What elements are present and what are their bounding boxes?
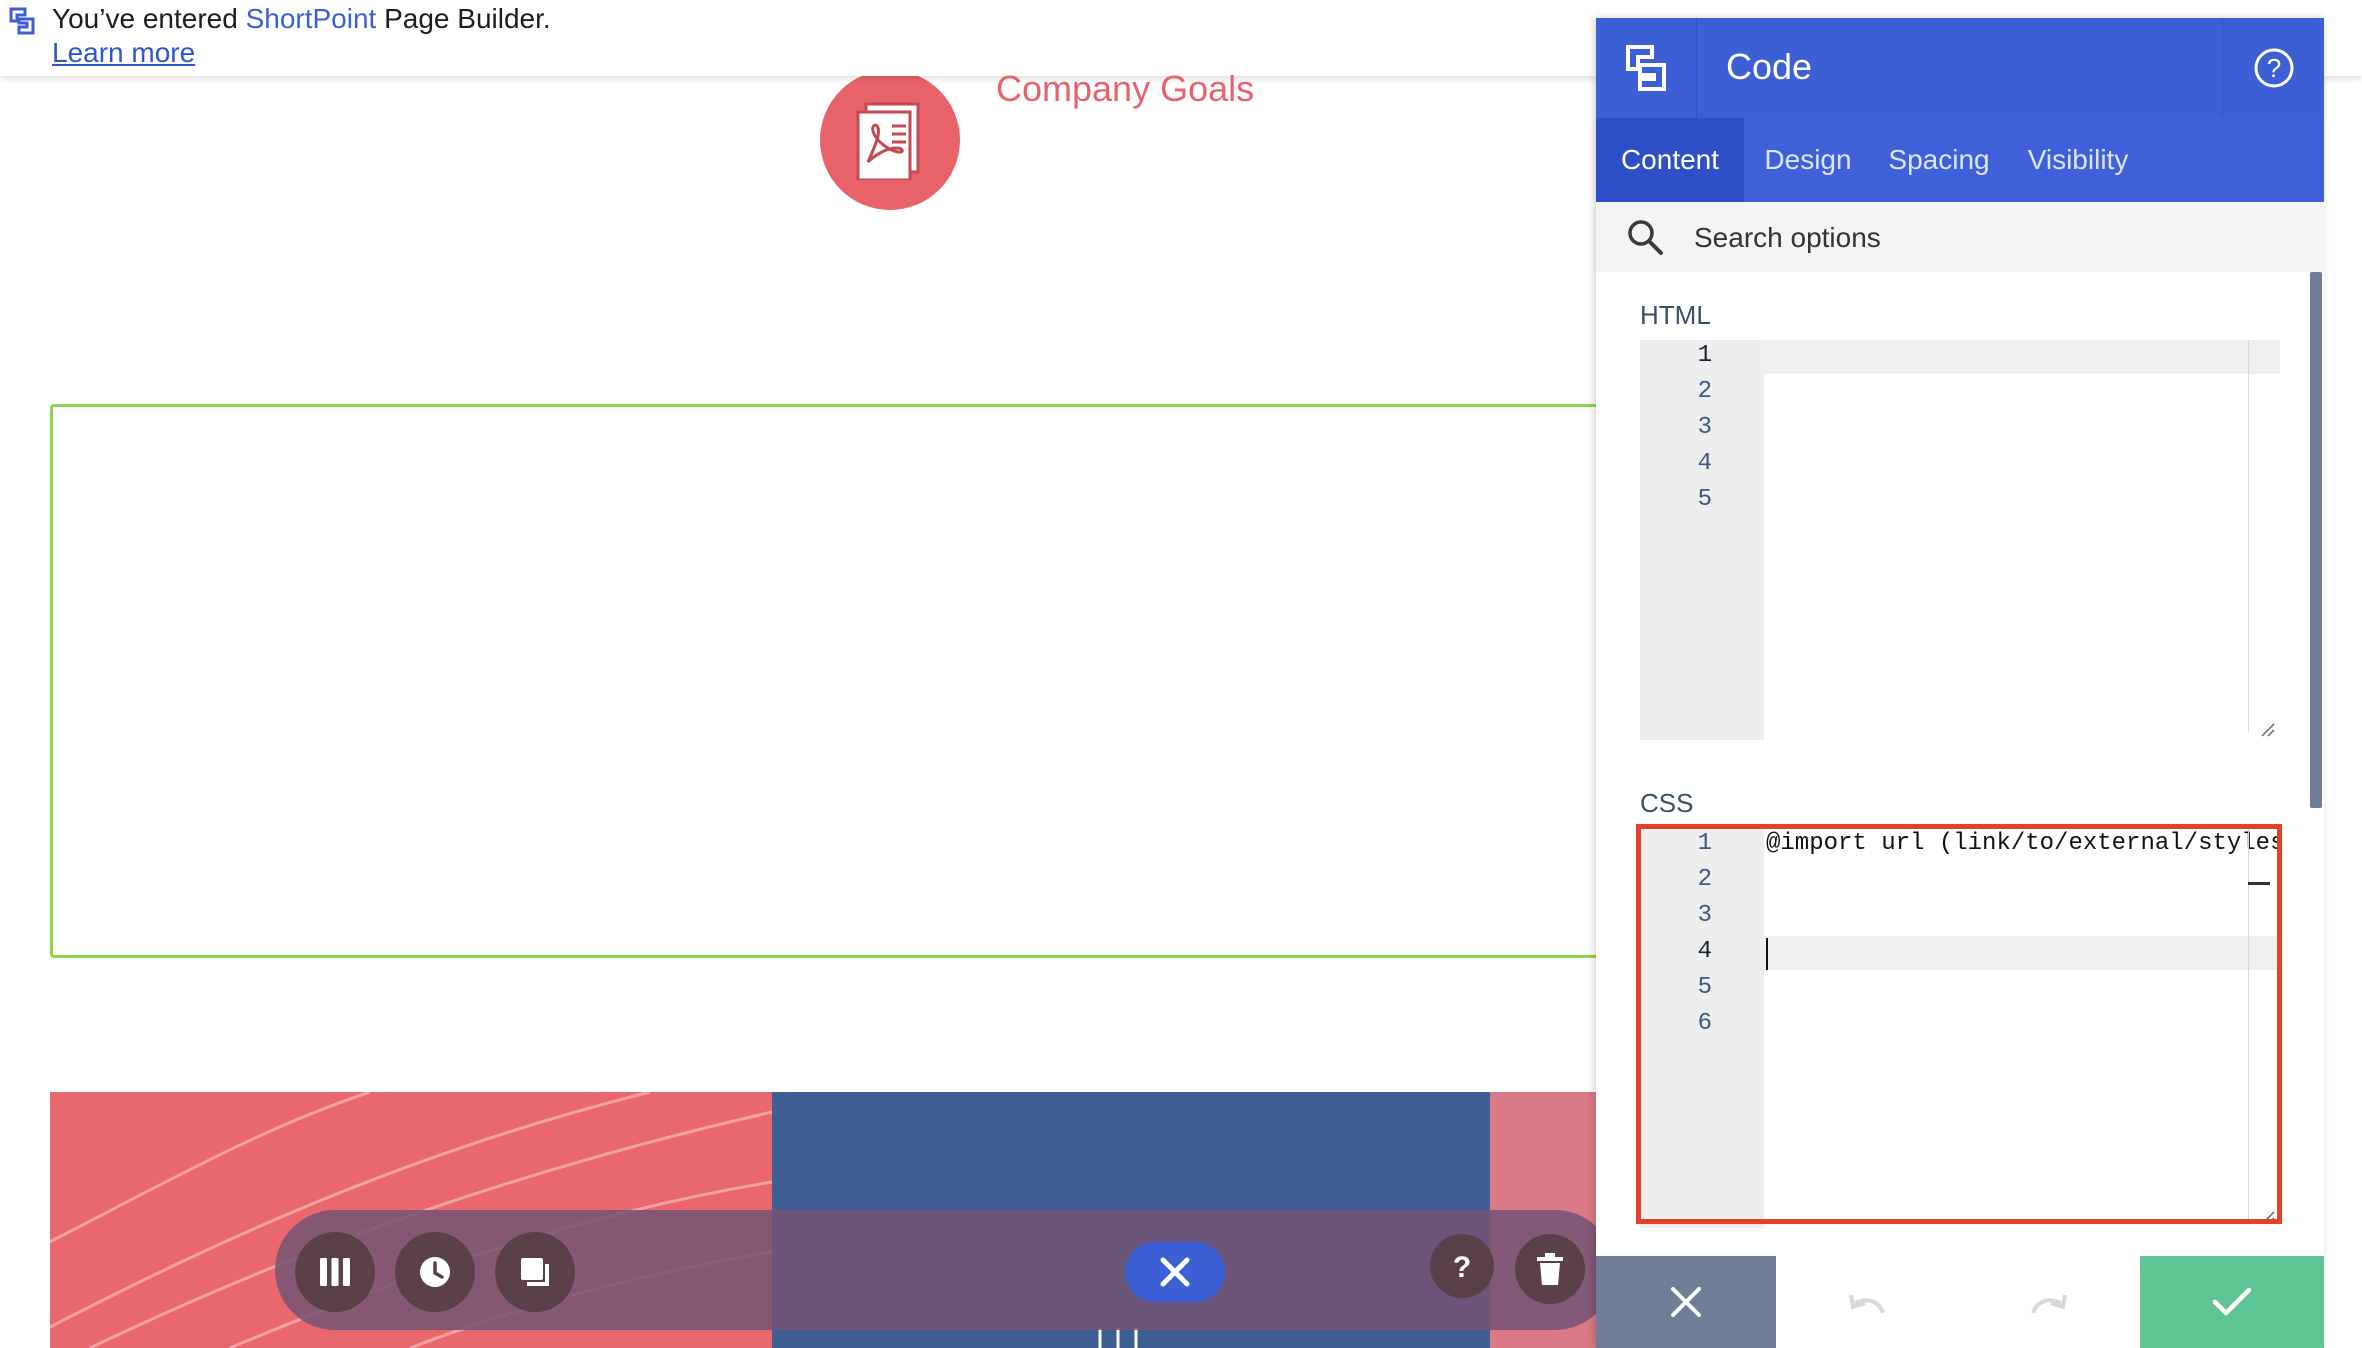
copy-icon: [521, 1258, 549, 1286]
clock-icon: [420, 1257, 450, 1287]
columns-icon: [320, 1258, 350, 1286]
confirm-button[interactable]: [2140, 1256, 2324, 1348]
html-code-editor[interactable]: 1 2 3 4 5: [1640, 340, 2280, 740]
editor-margin-line: [2248, 340, 2249, 732]
selected-code-element[interactable]: [50, 404, 1616, 958]
tab-content[interactable]: Content: [1596, 118, 1744, 202]
search-icon: [1628, 220, 1663, 255]
undo-button[interactable]: [1776, 1256, 1958, 1348]
check-icon: [2212, 1287, 2252, 1316]
close-toolbar-button[interactable]: [1125, 1242, 1225, 1302]
notification-text: You’ve entered: [52, 3, 246, 34]
editor-horizontal-scroll-marker: [2248, 882, 2270, 885]
brand-name: ShortPoint: [245, 3, 377, 34]
panel-footer: [1596, 1256, 2324, 1348]
cancel-button[interactable]: [1596, 1256, 1776, 1348]
css-section-label: CSS: [1640, 788, 1694, 818]
copy-button[interactable]: [495, 1232, 575, 1312]
html-line-number: 3: [1697, 414, 1712, 441]
editor-margin-line: [2248, 828, 2249, 1220]
trash-icon: [1537, 1253, 1563, 1285]
help-button[interactable]: ?: [1430, 1234, 1494, 1298]
html-line-number: 4: [1697, 450, 1712, 477]
notification-text-suffix: Page Builder.: [376, 3, 551, 34]
tab-design[interactable]: Design: [1744, 118, 1872, 202]
css-line-number: 5: [1697, 974, 1712, 1001]
panel-tabs: Content Design Spacing Visibility: [1596, 118, 2324, 202]
pdf-file-icon: [856, 102, 920, 180]
search-options-input[interactable]: [1692, 212, 2296, 264]
css-line-number: 1: [1697, 830, 1712, 857]
tab-spacing[interactable]: Spacing: [1872, 118, 2006, 202]
notification-message: You’ve entered ShortPoint Page Builder.: [52, 2, 551, 36]
panel-title: Code: [1726, 46, 1813, 87]
svg-text:?: ?: [1453, 1251, 1471, 1283]
panel-logo: [1596, 18, 1697, 118]
html-line-number: 2: [1697, 378, 1712, 405]
html-line-number: 1: [1697, 342, 1712, 369]
css-active-line: [1764, 936, 2280, 970]
columns-button[interactable]: [295, 1232, 375, 1312]
company-goals-title[interactable]: Company Goals: [996, 68, 1254, 110]
svg-text:?: ?: [2267, 53, 2281, 83]
search-options-bar: [1596, 202, 2324, 272]
css-code-line: @import url (link/to/external/styles: [1766, 830, 2280, 857]
element-toolbar: ?: [275, 1210, 1615, 1330]
resize-handle-icon[interactable]: [2260, 722, 2276, 738]
undo-icon: [1849, 1294, 1885, 1314]
css-code-editor[interactable]: 1 2 3 4 5 6 @import url (link/to/externa…: [1640, 828, 2280, 1228]
tab-visibility[interactable]: Visibility: [2006, 118, 2150, 202]
redo-button[interactable]: [1958, 1256, 2140, 1348]
learn-more-link[interactable]: Learn more: [52, 36, 195, 70]
html-line-number: 5: [1697, 486, 1712, 513]
history-button[interactable]: [395, 1232, 475, 1312]
text-cursor: [1766, 938, 1768, 970]
html-section-label: HTML: [1640, 300, 1711, 330]
html-active-line: [1764, 340, 2280, 374]
shortpoint-logo-icon: [1626, 45, 1666, 91]
help-circle-icon: ?: [2254, 48, 2294, 88]
css-line-number: 4: [1697, 938, 1712, 965]
code-settings-panel: Code ? Content Design Spacing Visibility…: [1596, 18, 2324, 1348]
panel-scrollbar[interactable]: [2310, 272, 2322, 808]
panel-help-button[interactable]: ?: [2222, 18, 2324, 118]
pdf-icon-circle[interactable]: [820, 70, 960, 210]
css-line-number: 3: [1697, 902, 1712, 929]
panel-header: Code ?: [1596, 18, 2324, 118]
css-line-number: 6: [1697, 1010, 1712, 1037]
shortpoint-logo-icon: [9, 7, 35, 35]
delete-button[interactable]: [1515, 1234, 1585, 1304]
question-icon: ?: [1453, 1251, 1471, 1283]
redo-icon: [2031, 1294, 2067, 1314]
resize-handle-icon[interactable]: [2260, 1210, 2276, 1226]
close-icon: [1671, 1287, 1701, 1317]
close-icon: [1160, 1257, 1190, 1287]
css-line-number: 2: [1697, 866, 1712, 893]
